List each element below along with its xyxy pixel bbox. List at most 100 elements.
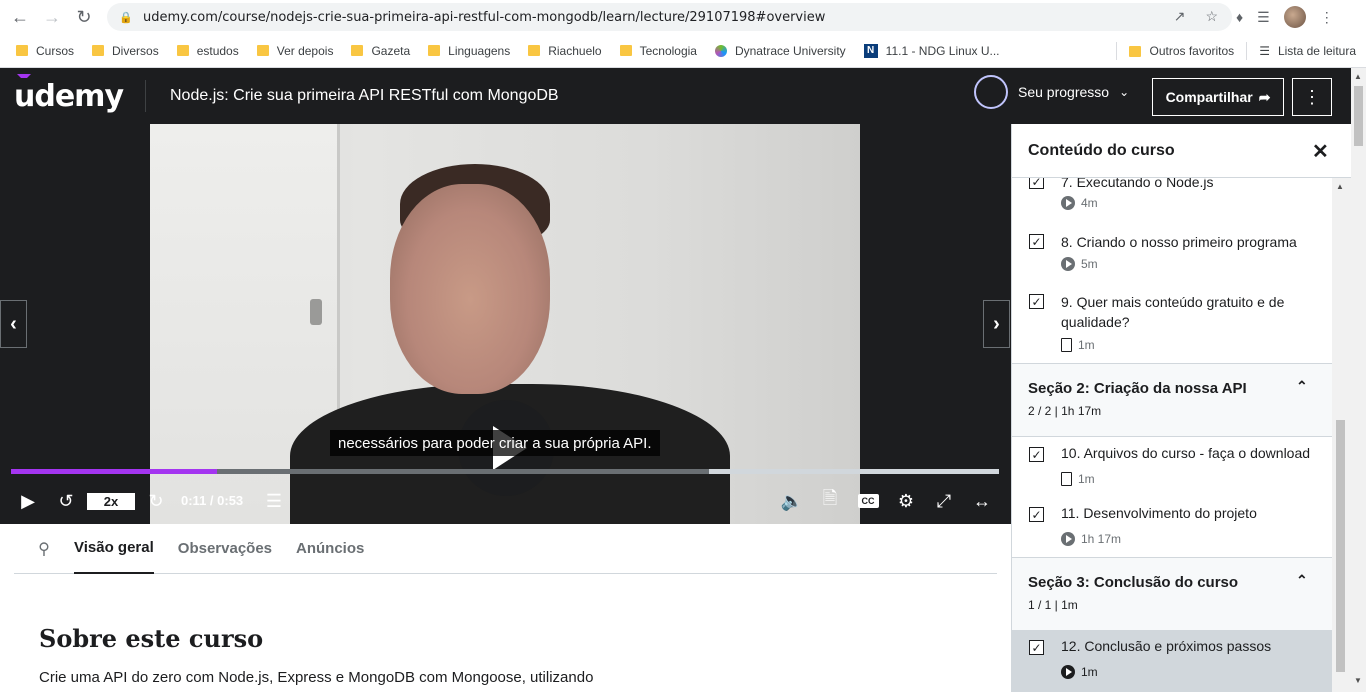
url-text[interactable]: udemy.com/course/nodejs-crie-sua-primeir… (143, 10, 825, 25)
extensions-icon[interactable]: ♦ (1236, 9, 1243, 25)
content-tabs: ⚲ Visão geral Observações Anúncios (14, 524, 997, 574)
page-scrollbar[interactable]: ▲ ▼ (1351, 68, 1366, 692)
bookmark-item[interactable]: Cursos (16, 44, 74, 58)
folder-icon (16, 45, 28, 56)
lecture-item[interactable]: ✓ 11. Desenvolvimento do projeto 1h 17m (1012, 497, 1332, 557)
browser-menu-icon[interactable]: ⋮ (1320, 9, 1334, 26)
lecture-list: ✓ 7. Executando o Node.js 4m ✓ 8. Criand… (1012, 178, 1332, 692)
time-display: 0:11 / 0:53 (181, 493, 244, 508)
more-options-button[interactable]: ⋮ (1292, 78, 1332, 116)
course-content-sidebar: Conteúdo do curso ✕ ✓ 7. Executando o No… (1011, 124, 1351, 692)
share-button[interactable]: Compartilhar ➦ (1152, 78, 1284, 116)
share-page-icon[interactable]: ↗ (1174, 8, 1186, 25)
bookmark-item[interactable]: Tecnologia (619, 44, 697, 58)
lecture-title: 7. Executando o Node.js (1061, 178, 1214, 190)
folder-icon (1129, 45, 1142, 57)
chevron-up-icon[interactable]: ⌃ (1296, 572, 1308, 589)
folder-icon (351, 45, 364, 56)
folder-icon (528, 45, 541, 56)
checkbox[interactable]: ✓ (1029, 178, 1044, 189)
lecture-item[interactable]: ✓ 8. Criando o nosso primeiro programa 5… (1012, 224, 1332, 284)
sidebar-header: Conteúdo do curso ✕ (1012, 124, 1351, 178)
bookmark-star-icon[interactable]: ☆ (1205, 8, 1218, 25)
forward-icon[interactable]: → (36, 0, 68, 34)
bookmark-item[interactable]: Linguagens (428, 44, 510, 58)
captions-icon[interactable]: CC (856, 488, 880, 514)
reading-list[interactable]: ☰ Lista de leitura (1259, 44, 1356, 58)
checkbox[interactable]: ✓ (1029, 234, 1044, 249)
folder-icon (428, 45, 441, 56)
scroll-up-arrow[interactable]: ▲ (1354, 72, 1362, 81)
chevron-up-icon[interactable]: ⌃ (1296, 378, 1308, 395)
bookmark-item[interactable]: N 11.1 - NDG Linux U... (863, 43, 1000, 58)
search-icon[interactable]: ⚲ (14, 539, 74, 559)
media-controls-icon[interactable]: ☰ (1257, 9, 1270, 26)
section-header[interactable]: Seção 3: Conclusão do curso 1 / 1 | 1m ⌃ (1012, 557, 1332, 631)
expand-width-icon[interactable]: ↔ (970, 488, 994, 514)
other-bookmarks[interactable]: Outros favoritos (1129, 44, 1234, 58)
settings-gear-icon[interactable]: ⚙ (894, 488, 918, 514)
add-note-icon[interactable]: ☰ (262, 488, 286, 514)
sidebar-scrollbar[interactable]: ▲ (1332, 178, 1351, 692)
tab-announcements[interactable]: Anúncios (296, 524, 364, 574)
tab-notes[interactable]: Observações (178, 524, 272, 574)
lecture-title: 9. Quer mais conteúdo gratuito e de qual… (1061, 294, 1285, 330)
lecture-item[interactable]: ✓ 9. Quer mais conteúdo gratuito e de qu… (1012, 284, 1332, 364)
transcript-icon[interactable]: 🗎 (818, 488, 842, 514)
close-icon[interactable]: ✕ (1312, 139, 1329, 164)
udemy-logo[interactable]: udemy (14, 73, 124, 114)
back-icon[interactable]: ← (4, 0, 36, 34)
checkbox[interactable]: ✓ (1029, 640, 1044, 655)
section-title: Seção 3: Conclusão do curso (1028, 574, 1239, 591)
scroll-down-arrow[interactable]: ▼ (1354, 676, 1362, 685)
document-icon (1061, 338, 1072, 352)
fullscreen-icon[interactable]: ⤢ (932, 488, 956, 514)
sidebar-title: Conteúdo do curso (1028, 141, 1175, 159)
video-play-icon (1061, 532, 1075, 546)
volume-icon[interactable]: 🔈 (780, 488, 804, 514)
folder-icon (176, 45, 189, 56)
checkbox[interactable]: ✓ (1029, 447, 1044, 462)
bookmark-item[interactable]: Dynatrace University (714, 44, 846, 58)
bookmark-item[interactable]: Gazeta (351, 44, 410, 58)
section-meta: 1 / 1 | 1m (1028, 598, 1078, 612)
lecture-item[interactable]: ✓ 7. Executando o Node.js 4m (1012, 178, 1332, 218)
profile-avatar[interactable] (1283, 6, 1306, 28)
bookmark-item[interactable]: Ver depois (256, 44, 333, 58)
current-lecture-item[interactable]: ✓ 12. Conclusão e próximos passos 1m (1012, 630, 1332, 692)
bookmark-separator (1116, 42, 1118, 60)
bookmark-item[interactable]: estudos (176, 44, 239, 58)
bookmarks-bar: Cursos Diversos estudos Ver depois Gazet… (0, 34, 1366, 68)
checkbox[interactable]: ✓ (1029, 507, 1044, 522)
video-scene-head (390, 184, 550, 394)
progress-scrubber[interactable] (11, 469, 999, 474)
lecture-item[interactable]: ✓ 10. Arquivos do curso - faça o downloa… (1012, 437, 1332, 497)
bookmark-item[interactable]: Riachuelo (528, 44, 602, 58)
section-meta: 2 / 2 | 1h 17m (1028, 404, 1102, 418)
next-lecture-button[interactable]: › (983, 300, 1010, 348)
document-icon (1061, 472, 1072, 486)
playback-speed-button[interactable]: 2x (87, 493, 135, 510)
reload-icon[interactable]: ↻ (68, 0, 100, 34)
folder-icon (256, 45, 269, 56)
scroll-up-arrow[interactable]: ▲ (1336, 182, 1344, 191)
address-bar[interactable]: 🔒 udemy.com/course/nodejs-crie-sua-prime… (107, 3, 1232, 31)
tab-overview[interactable]: Visão geral (74, 524, 154, 574)
video-play-icon (1061, 196, 1075, 210)
progress-dropdown[interactable]: Seu progresso ⌄ (974, 75, 1129, 109)
forward-skip-icon[interactable]: ↻ (144, 488, 168, 514)
bookmark-item[interactable]: Diversos (92, 44, 159, 58)
section-header[interactable]: Seção 2: Criação da nossa API 2 / 2 | 1h… (1012, 363, 1332, 437)
section-title: Seção 2: Criação da nossa API (1028, 380, 1247, 397)
previous-lecture-button[interactable]: ‹ (0, 300, 27, 348)
reading-list-icon: ☰ (1259, 44, 1270, 58)
bookmark-separator (1246, 42, 1248, 60)
share-arrow-icon: ➦ (1258, 88, 1271, 105)
video-player[interactable]: ‹ › necessários para poder criar a sua p… (0, 124, 1011, 524)
course-title[interactable]: Node.js: Crie sua primeira API RESTful c… (170, 87, 559, 105)
sidebar-scroll-thumb[interactable] (1336, 420, 1345, 672)
rewind-icon[interactable]: ↺ (54, 488, 78, 514)
page-scroll-thumb[interactable] (1354, 86, 1363, 146)
checkbox[interactable]: ✓ (1029, 294, 1044, 309)
play-icon[interactable]: ▶ (16, 488, 40, 514)
